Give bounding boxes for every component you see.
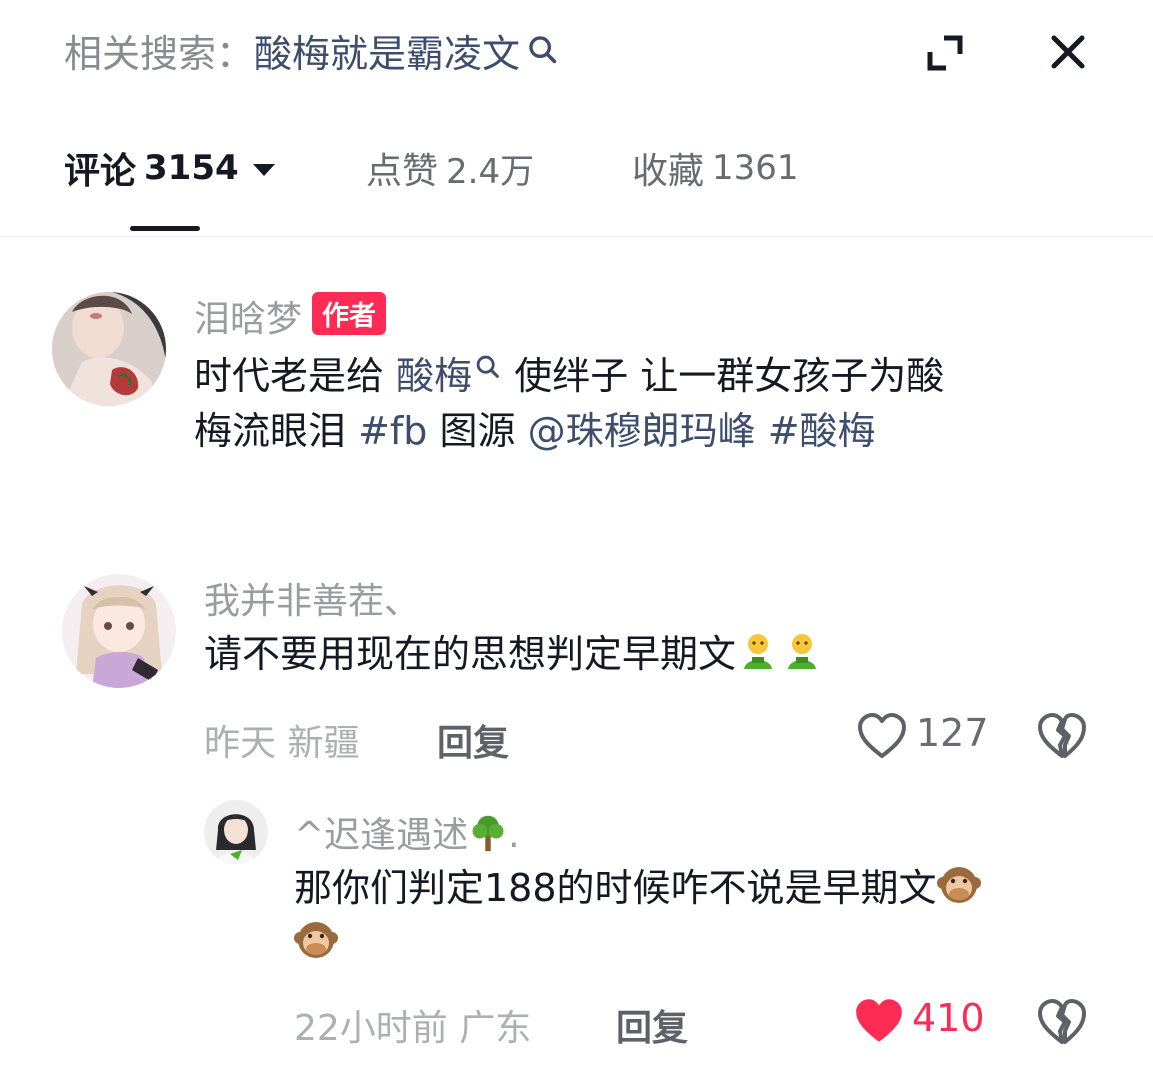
expand-icon[interactable] (922, 30, 968, 76)
tab-favorites-label: 收藏 (632, 151, 705, 192)
monkey-emoji (936, 867, 981, 903)
tab-likes-label: 点赞 (366, 151, 439, 192)
hashtag-link[interactable]: #酸梅 (756, 409, 876, 453)
heart-icon[interactable] (856, 712, 908, 760)
post-text: 时代老是给 酸梅 使绊子 让一群女孩子为酸 梅流眼泪 #fb 图源 @珠穆朗玛峰… (194, 349, 1094, 459)
tab-favorites[interactable]: 收藏 1361 (632, 142, 799, 194)
farmer-emoji (788, 634, 817, 669)
related-search[interactable]: 相关搜索： 酸梅就是霸凌文 (64, 22, 560, 78)
reply-like-count: 410 (912, 996, 985, 1040)
reply-author-name[interactable]: ^迟逢遇述 (294, 815, 468, 856)
reply-reply-button[interactable]: 回复 (616, 999, 688, 1051)
search-icon (476, 355, 499, 378)
reply-time: 22小时前 (294, 1008, 448, 1049)
reply-author-suffix: . (508, 815, 520, 856)
close-icon[interactable] (1046, 30, 1090, 74)
post-author-name[interactable]: 泪晗梦 (194, 299, 302, 340)
tab-likes-count: 2.4万 (446, 151, 535, 192)
comment-reply-button[interactable]: 回复 (437, 714, 509, 766)
farmer-emoji (744, 634, 773, 669)
mention-link[interactable]: @珠穆朗玛峰 (528, 409, 756, 453)
monkey-emoji (294, 922, 338, 958)
tab-likes[interactable]: 点赞 2.4万 (366, 142, 534, 194)
active-tab-indicator (130, 226, 200, 231)
tab-favorites-count: 1361 (712, 148, 799, 188)
author-badge: 作者 (312, 292, 387, 335)
comment-text: 请不要用现在的思想判定早期文 (204, 632, 737, 676)
comment-time: 昨天 (204, 723, 277, 764)
comment-text-row: 请不要用现在的思想判定早期文 (204, 627, 824, 682)
comment-location: 新疆 (287, 723, 360, 764)
tab-divider (0, 236, 1153, 237)
commenter-avatar[interactable] (62, 574, 176, 688)
post-text-segment: 时代老是给 (194, 354, 397, 398)
related-search-query[interactable]: 酸梅就是霸凌文 (254, 23, 520, 78)
broken-heart-icon[interactable] (1036, 998, 1088, 1046)
tree-emoji (472, 815, 504, 852)
tab-bar: 评论 3154 点赞 2.4万 收藏 1361 (64, 140, 799, 196)
reply-meta: 22小时前 广东 (294, 999, 531, 1051)
reply-author-row: ^迟逢遇述. (294, 806, 520, 858)
related-search-label: 相关搜索： (64, 31, 255, 76)
post-text-segment: 图源 (427, 409, 528, 453)
search-icon (529, 36, 557, 64)
reply-text: 那你们判定188的时候咋不说是早期文 (294, 866, 937, 910)
post-author-row: 泪晗梦 作者 (194, 290, 387, 342)
tab-comments-count: 3154 (144, 148, 239, 188)
comment-meta: 昨天 新疆 (204, 714, 359, 766)
post-search-link[interactable]: 酸梅 (396, 354, 472, 398)
broken-heart-icon[interactable] (1036, 712, 1088, 760)
post-text-segment: 使绊子 让一群女孩子为酸 (502, 354, 945, 398)
post-text-segment: 梅流眼泪 (194, 409, 359, 453)
comment-author-name[interactable]: 我并非善茬、 (204, 572, 420, 624)
replier-avatar[interactable] (204, 800, 268, 864)
heart-filled-icon[interactable] (852, 996, 906, 1046)
tab-comments[interactable]: 评论 3154 (64, 142, 275, 194)
reply-location: 广东 (459, 1008, 532, 1049)
reply-text-block: 那你们判定188的时候咋不说是早期文 (294, 861, 1114, 971)
author-avatar[interactable] (52, 292, 166, 406)
caret-down-icon[interactable] (252, 164, 275, 176)
hashtag-link[interactable]: #fb (358, 409, 427, 453)
tab-comments-label: 评论 (64, 151, 137, 192)
comment-like-count: 127 (916, 711, 989, 755)
